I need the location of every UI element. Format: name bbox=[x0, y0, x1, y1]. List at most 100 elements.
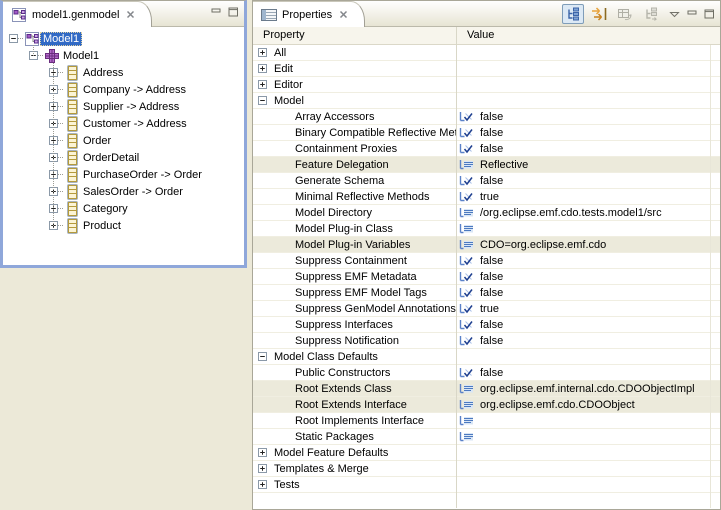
minimize-icon[interactable] bbox=[211, 7, 222, 17]
minimize-icon[interactable] bbox=[687, 9, 698, 19]
maximize-icon[interactable] bbox=[228, 7, 239, 17]
tree-item-purchaseorder-order[interactable]: PurchaseOrder -> Order bbox=[3, 166, 244, 183]
property-value-cell bbox=[456, 61, 720, 76]
properties-tab[interactable]: Properties bbox=[253, 1, 365, 27]
column-header-value: Value bbox=[467, 29, 494, 41]
property-name-label: Containment Proxies bbox=[295, 143, 397, 155]
property-name-cell: Model Plug-in Class bbox=[253, 221, 456, 236]
property-name-cell: Tests bbox=[253, 477, 456, 492]
property-name-cell: Model bbox=[253, 93, 456, 108]
expand-icon[interactable] bbox=[258, 48, 267, 57]
tree-item-customer-address[interactable]: Customer -> Address bbox=[3, 115, 244, 132]
collapse-icon[interactable] bbox=[258, 352, 267, 361]
property-row-all[interactable]: All bbox=[253, 45, 720, 61]
property-row-generate-schema[interactable]: Generate Schemafalse bbox=[253, 173, 720, 189]
property-row-templates-merge[interactable]: Templates & Merge bbox=[253, 461, 720, 477]
collapse-icon[interactable] bbox=[258, 96, 267, 105]
column-resize-handle[interactable] bbox=[456, 27, 457, 508]
genmodel-editor-view: model1.genmodel Model1Model1AddressCompa… bbox=[0, 0, 247, 268]
property-name-cell: Generate Schema bbox=[253, 173, 456, 188]
property-row-suppress-emf-model-tags[interactable]: Suppress EMF Model Tagsfalse bbox=[253, 285, 720, 301]
property-value-cell: false bbox=[456, 109, 720, 124]
tree-item-model1[interactable]: Model1 bbox=[3, 47, 244, 64]
property-row-suppress-containment[interactable]: Suppress Containmentfalse bbox=[253, 253, 720, 269]
property-row-suppress-notification[interactable]: Suppress Notificationfalse bbox=[253, 333, 720, 349]
tree-item-category[interactable]: Category bbox=[3, 200, 244, 217]
property-value-cell bbox=[456, 45, 720, 60]
expand-icon[interactable] bbox=[258, 464, 267, 473]
property-row-model-feature-defaults[interactable]: Model Feature Defaults bbox=[253, 445, 720, 461]
boolean-value-icon bbox=[459, 303, 474, 315]
property-row-minimal-reflective-methods[interactable]: Minimal Reflective Methodstrue bbox=[253, 189, 720, 205]
property-name-label: All bbox=[274, 47, 286, 59]
text-value-icon bbox=[459, 399, 474, 411]
maximize-icon[interactable] bbox=[704, 9, 715, 19]
expand-icon[interactable] bbox=[258, 80, 267, 89]
property-row-array-accessors[interactable]: Array Accessors false bbox=[253, 109, 720, 125]
property-row-root-implements-interface[interactable]: Root Implements Interface bbox=[253, 413, 720, 429]
show-advanced-properties-button[interactable] bbox=[588, 4, 610, 24]
close-icon[interactable] bbox=[339, 10, 348, 19]
expand-icon[interactable] bbox=[258, 64, 267, 73]
property-name-cell: Suppress Interfaces bbox=[253, 317, 456, 332]
property-row-editor[interactable]: Editor bbox=[253, 77, 720, 93]
tree-item-label: Category bbox=[80, 202, 131, 216]
property-value-cell bbox=[456, 77, 720, 92]
property-row-tests[interactable]: Tests bbox=[253, 477, 720, 493]
close-icon[interactable] bbox=[126, 10, 135, 19]
expand-icon[interactable] bbox=[258, 448, 267, 457]
property-value-cell: false bbox=[456, 141, 720, 156]
property-value-cell: false bbox=[456, 253, 720, 268]
property-value-text: false bbox=[480, 127, 503, 139]
boolean-value-icon bbox=[459, 367, 474, 379]
expand-icon[interactable] bbox=[258, 480, 267, 489]
tree-item-label: Customer -> Address bbox=[80, 117, 190, 131]
tree-item-product[interactable]: Product bbox=[3, 217, 244, 234]
column-header-property: Property bbox=[263, 29, 305, 41]
class-icon bbox=[64, 184, 80, 200]
property-row-binary-compatible-reflective-methods[interactable]: Binary Compatible Reflective Methodsfals… bbox=[253, 125, 720, 141]
property-row-static-packages[interactable]: Static Packages bbox=[253, 429, 720, 445]
property-row-feature-delegation[interactable]: Feature DelegationReflective bbox=[253, 157, 720, 173]
tree-connector bbox=[58, 157, 63, 158]
property-row-public-constructors[interactable]: Public Constructorsfalse bbox=[253, 365, 720, 381]
tree-item-address[interactable]: Address bbox=[3, 64, 244, 81]
tree-guide-line bbox=[33, 45, 34, 56]
tree-item-orderdetail[interactable]: OrderDetail bbox=[3, 149, 244, 166]
property-row-model-plug-in-class[interactable]: Model Plug-in Class bbox=[253, 221, 720, 237]
property-value-cell: Reflective bbox=[456, 157, 720, 172]
tree-connector bbox=[58, 72, 63, 73]
property-name-label: Static Packages bbox=[295, 431, 374, 443]
property-value-text: false bbox=[480, 335, 503, 347]
tree-item-order[interactable]: Order bbox=[3, 132, 244, 149]
collapse-icon[interactable] bbox=[9, 34, 18, 43]
property-row-edit[interactable]: Edit bbox=[253, 61, 720, 77]
tree-item-label: OrderDetail bbox=[80, 151, 142, 165]
tree-item-salesorder-order[interactable]: SalesOrder -> Order bbox=[3, 183, 244, 200]
property-row-model-directory[interactable]: Model Directory/org.eclipse.emf.cdo.test… bbox=[253, 205, 720, 221]
tree-item-company-address[interactable]: Company -> Address bbox=[3, 81, 244, 98]
editor-tab-model1-genmodel[interactable]: model1.genmodel bbox=[3, 1, 152, 27]
property-name-cell: Templates & Merge bbox=[253, 461, 456, 476]
property-row-model-plug-in-variables[interactable]: Model Plug-in VariablesCDO=org.eclipse.e… bbox=[253, 237, 720, 253]
view-menu-button[interactable] bbox=[666, 4, 682, 24]
tree-item-supplier-address[interactable]: Supplier -> Address bbox=[3, 98, 244, 115]
tree-connector bbox=[58, 89, 63, 90]
property-row-root-extends-interface[interactable]: Root Extends Interfaceorg.eclipse.emf.cd… bbox=[253, 397, 720, 413]
property-value-cell: org.eclipse.emf.internal.cdo.CDOObjectIm… bbox=[456, 381, 720, 396]
property-row-root-extends-class[interactable]: Root Extends Classorg.eclipse.emf.intern… bbox=[253, 381, 720, 397]
property-name-cell: Model Directory bbox=[253, 205, 456, 220]
property-value-text: /org.eclipse.emf.cdo.tests.model1/src bbox=[480, 207, 662, 219]
property-row-suppress-genmodel-annotations[interactable]: Suppress GenModel Annotationstrue bbox=[253, 301, 720, 317]
tree-item-model1[interactable]: Model1 bbox=[3, 30, 244, 47]
property-row-suppress-interfaces[interactable]: Suppress Interfacesfalse bbox=[253, 317, 720, 333]
class-icon bbox=[64, 65, 80, 81]
property-row-suppress-emf-metadata[interactable]: Suppress EMF Metadatafalse bbox=[253, 269, 720, 285]
property-name-cell: Minimal Reflective Methods bbox=[253, 189, 456, 204]
show-categories-button[interactable] bbox=[562, 4, 584, 24]
property-value-text: false bbox=[480, 367, 503, 379]
property-name-label: Array Accessors bbox=[295, 111, 374, 123]
property-row-containment-proxies[interactable]: Containment Proxies false bbox=[253, 141, 720, 157]
property-row-model-class-defaults[interactable]: Model Class Defaults bbox=[253, 349, 720, 365]
property-row-model[interactable]: Model bbox=[253, 93, 720, 109]
